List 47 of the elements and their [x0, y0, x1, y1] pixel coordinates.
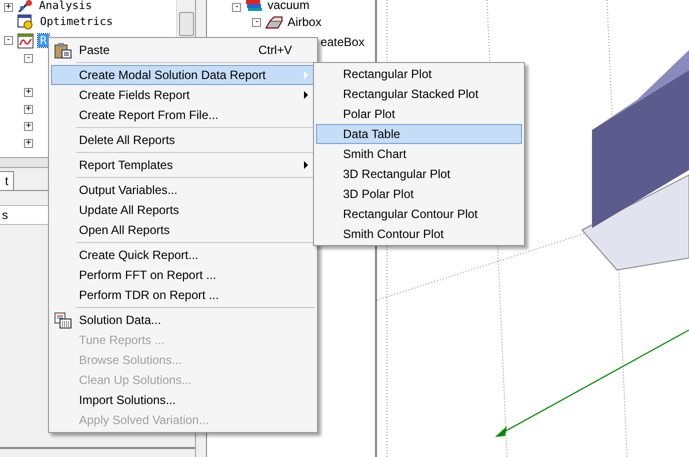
menu-item[interactable]: Data Table	[316, 124, 522, 144]
panel-header: s	[2, 208, 8, 222]
menu-item[interactable]: Paste Ctrl+V	[51, 40, 315, 60]
expand-toggle[interactable]: +	[4, 3, 13, 12]
collapse-toggle[interactable]: -	[24, 54, 33, 63]
menu-item[interactable]: Create Fields Report	[51, 85, 315, 105]
menu-item[interactable]: Rectangular Stacked Plot	[316, 84, 522, 104]
expand-toggle[interactable]: +	[24, 105, 33, 114]
menu-item[interactable]: Import Solutions...	[51, 390, 315, 410]
menu-item[interactable]: Smith Chart	[316, 144, 522, 164]
menu-item[interactable]: Smith Contour Plot	[316, 224, 522, 244]
tree-item[interactable]: Airbox	[287, 15, 322, 29]
tree-item[interactable]: Analysis	[37, 0, 94, 12]
menu-item[interactable]: Solution Data...	[51, 310, 315, 330]
menu-item[interactable]: Perform FFT on Report ...	[51, 265, 315, 285]
menu-item[interactable]: 3D Rectangular Plot	[316, 164, 522, 184]
menu-item[interactable]: Create Report From File...	[51, 105, 315, 125]
box-icon	[265, 16, 284, 28]
menu-item[interactable]: Output Variables...	[51, 180, 315, 200]
menu-item[interactable]: Report Templates	[51, 155, 315, 175]
tree-item[interactable]: eateBox	[320, 35, 364, 49]
scroll-thumb[interactable]	[179, 12, 194, 36]
menu-item[interactable]: Update All Reports	[51, 200, 315, 220]
collapse-toggle[interactable]: -	[232, 3, 242, 12]
menu-item[interactable]: Open All Reports	[51, 220, 315, 240]
expand-toggle[interactable]: +	[24, 88, 33, 97]
chart-icon	[17, 32, 34, 48]
menu-item[interactable]: Create Modal Solution Data Report	[51, 65, 315, 85]
menu-item[interactable]: Polar Plot	[316, 104, 522, 124]
clipboard-icon	[54, 42, 72, 59]
menu-item[interactable]: 3D Polar Plot	[316, 184, 522, 204]
menu-item[interactable]: Rectangular Contour Plot	[316, 204, 522, 224]
optimetrics-icon	[17, 14, 34, 30]
menu-item[interactable]: Perform TDR on Report ...	[51, 285, 315, 305]
analysis-icon	[17, 0, 33, 12]
material-stack-icon	[245, 0, 264, 12]
table-icon	[54, 312, 72, 329]
menu-item[interactable]: Delete All Reports	[51, 130, 315, 150]
menu-item[interactable]: Rectangular Plot	[316, 64, 522, 84]
collapse-toggle[interactable]: -	[4, 36, 13, 45]
menu-item[interactable]: Create Quick Report...	[51, 245, 315, 265]
expand-toggle[interactable]: +	[24, 139, 33, 148]
collapse-toggle[interactable]: -	[252, 18, 262, 26]
panel-tab[interactable]: t	[0, 171, 14, 190]
tree-item[interactable]: Optimetrics	[38, 15, 115, 28]
tree-item[interactable]: vacuum	[267, 0, 310, 12]
expand-toggle[interactable]: +	[24, 122, 33, 131]
